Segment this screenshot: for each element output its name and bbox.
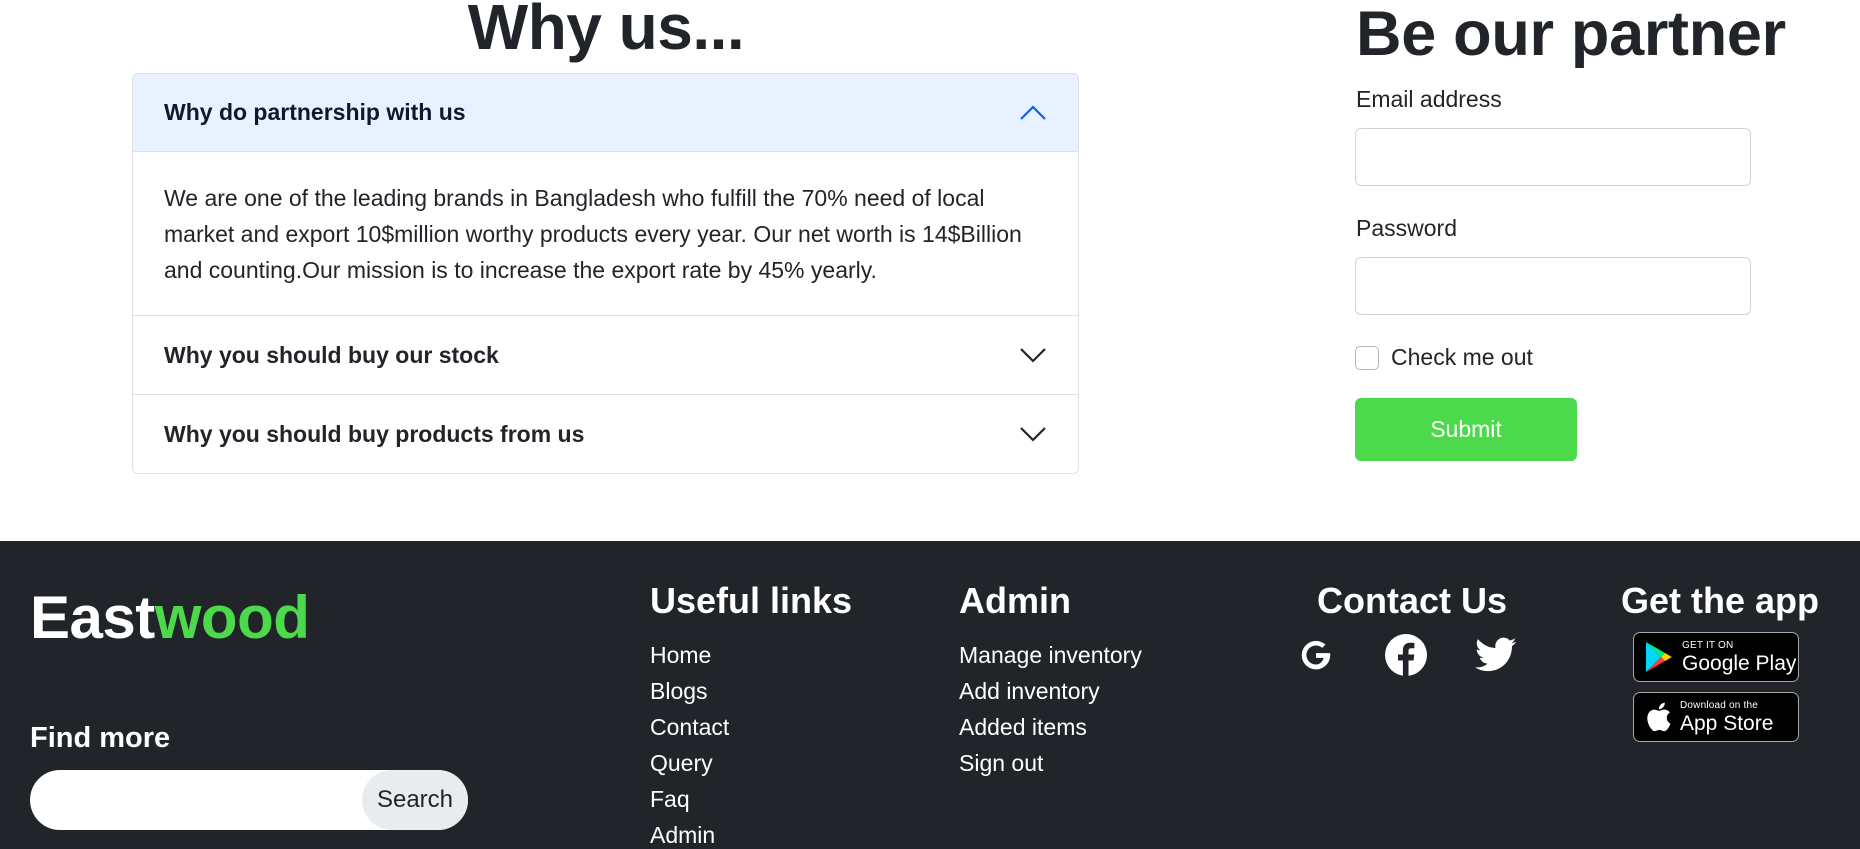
footer-link-contact[interactable]: Contact [650, 709, 729, 745]
admin-link-add-inventory[interactable]: Add inventory [959, 673, 1142, 709]
admin-link-added-items[interactable]: Added items [959, 709, 1142, 745]
admin-link-manage-inventory[interactable]: Manage inventory [959, 637, 1142, 673]
brand-accent: wood [154, 584, 310, 651]
submit-button[interactable]: Submit [1355, 398, 1577, 461]
brand-main: East [30, 584, 155, 651]
accordion-body-partnership: We are one of the leading brands in Bang… [164, 185, 1022, 283]
facebook-icon[interactable] [1384, 633, 1428, 677]
accordion-item-partnership: Why do partnership with us We are one of… [133, 74, 1078, 315]
accordion-header-products[interactable]: Why you should buy products from us [133, 395, 1078, 473]
admin-title: Admin [959, 580, 1071, 621]
password-field[interactable] [1355, 257, 1751, 315]
app-store-text: Download on the App Store [1680, 699, 1774, 735]
accordion-question: Why you should buy our stock [164, 341, 499, 368]
apple-icon [1647, 702, 1671, 732]
admin-links-list: Manage inventory Add inventory Added ite… [959, 637, 1142, 781]
footer-link-blogs[interactable]: Blogs [650, 673, 729, 709]
get-the-app-title: Get the app [1621, 580, 1820, 621]
google-play-badge[interactable]: GET IT ON Google Play [1633, 632, 1799, 682]
chevron-down-icon [1020, 348, 1046, 363]
footer-link-admin[interactable]: Admin [650, 817, 729, 849]
useful-links-list: Home Blogs Contact Query Faq Admin [650, 637, 729, 849]
footer: Eastwood Find more Search Useful links H… [0, 541, 1860, 849]
accordion-item-products: Why you should buy products from us [133, 394, 1078, 473]
useful-links-title: Useful links [650, 580, 853, 621]
email-label: Email address [1356, 86, 1502, 112]
google-play-small-text: GET IT ON [1682, 639, 1734, 651]
search-bar: Search [30, 770, 468, 830]
admin-link-sign-out[interactable]: Sign out [959, 745, 1142, 781]
accordion-item-stock: Why you should buy our stock [133, 315, 1078, 394]
accordion-question: Why do partnership with us [164, 99, 466, 125]
twitter-icon[interactable] [1474, 633, 1518, 677]
find-more-label: Find more [30, 722, 171, 754]
google-play-icon [1646, 642, 1672, 672]
email-field[interactable] [1355, 128, 1751, 186]
google-play-text: GET IT ON Google Play [1682, 639, 1797, 675]
partner-title: Be our partner [1356, 0, 1786, 69]
footer-link-faq[interactable]: Faq [650, 781, 729, 817]
accordion-header-stock[interactable]: Why you should buy our stock [133, 316, 1078, 394]
why-us-title: Why us... [467, 0, 745, 63]
password-label: Password [1356, 215, 1457, 241]
app-store-badge[interactable]: Download on the App Store [1633, 692, 1799, 742]
brand-logo[interactable]: Eastwood [30, 584, 310, 651]
search-button[interactable]: Search [362, 770, 468, 830]
check-me-out-row: Check me out [1355, 344, 1533, 371]
google-play-big-text: Google Play [1682, 651, 1797, 675]
footer-link-query[interactable]: Query [650, 745, 729, 781]
why-us-accordion: Why do partnership with us We are one of… [132, 73, 1079, 474]
google-icon[interactable] [1294, 633, 1338, 677]
search-input[interactable] [30, 770, 362, 830]
accordion-header-partnership[interactable]: Why do partnership with us [133, 74, 1078, 152]
chevron-down-icon [1020, 427, 1046, 442]
chevron-up-icon [1020, 104, 1046, 120]
check-me-out-label[interactable]: Check me out [1391, 344, 1533, 371]
contact-us-title: Contact Us [1317, 580, 1508, 621]
app-store-small-text: Download on the [1680, 699, 1759, 711]
footer-link-home[interactable]: Home [650, 637, 729, 673]
accordion-question: Why you should buy products from us [164, 420, 585, 447]
check-me-out-checkbox[interactable] [1355, 345, 1379, 370]
app-store-big-text: App Store [1680, 711, 1774, 735]
